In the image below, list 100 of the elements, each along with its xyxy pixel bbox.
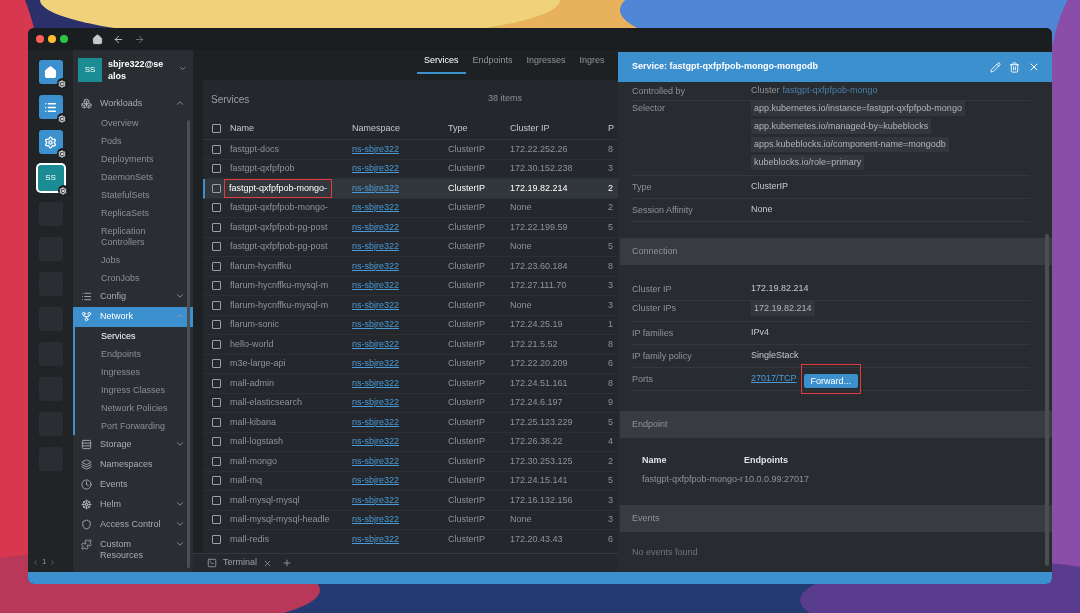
namespace-link[interactable]: ns-sbjre322 [352,201,400,215]
namespace-link[interactable]: ns-sbjre322 [352,298,400,312]
table-cell: 172.25.123.229 [510,415,573,429]
namespace-link[interactable]: ns-sbjre322 [352,376,400,390]
drawer-title: Service: fastgpt-qxfpfpob-mongo-mongodb [632,60,818,74]
nav-item[interactable]: Config [73,287,193,307]
terminal-tab[interactable]: Terminal [223,556,257,570]
tab[interactable]: Services [417,50,466,74]
selector-chip: kubeblocks.io/role=primary [751,155,865,170]
table-cell: 3 [608,298,613,312]
namespace-link[interactable]: ns-sbjre322 [352,220,400,234]
section-header: Connection [620,238,1052,265]
port-link[interactable]: 27017/TCP [751,372,797,386]
nav-subitem[interactable]: Network Policies [75,399,193,417]
namespace-link[interactable]: ns-sbjre322 [352,142,400,156]
table-cell-text: ClusterIP [448,201,485,214]
nav-item[interactable]: Workloads [73,94,193,114]
nav-subitem[interactable]: DaemonSets [75,168,193,186]
table-cell-text: ClusterIP [448,162,485,175]
namespace-link[interactable]: ns-sbjre322 [352,533,400,547]
table-cell-text: ClusterIP [448,533,485,546]
nav-subitem[interactable]: ReplicaSets [75,204,193,222]
nav-item[interactable]: Helm [73,495,193,515]
table-cell-text: 172.24.15.141 [510,474,568,487]
table-cell: fastgpt-qxfpfpob-mongo- [224,178,333,198]
namespace-link[interactable]: ns-sbjre322 [352,259,400,273]
table-cell: 172.30.253.125 [510,454,573,468]
table-cell: mall-admin [230,376,274,390]
table-cell: ClusterIP [448,415,485,429]
namespace-link[interactable]: ns-sbjre322 [352,435,400,449]
nav-item[interactable]: Storage [73,435,193,455]
table-cell-text: ClusterIP [448,279,485,292]
namespace-link[interactable]: ns-sbjre322 [352,279,400,293]
nav-subitem[interactable]: Services [75,327,193,345]
column-header[interactable]: P [608,121,614,136]
column-header: Endpoints [744,454,788,468]
table-cell-text: 172.20.43.43 [510,533,563,546]
column-header[interactable]: Cluster IP [510,121,550,136]
nav-subitem[interactable]: Ingresses [75,363,193,381]
table-cell: 8 [608,337,613,351]
property-label: Selector [632,102,667,115]
namespace-link[interactable]: ns-sbjre322 [352,513,400,527]
namespace-link[interactable]: ns-sbjre322 [352,415,400,429]
nav-label: Events [100,479,128,490]
tab[interactable]: Ingres [572,50,612,74]
nav-subitem[interactable]: Overview [75,114,193,132]
forward-button[interactable]: Forward... [803,374,859,388]
nav-item[interactable]: Custom Resources [73,535,193,565]
nav-subitem[interactable]: Ingress Classes [75,381,193,399]
property-value: 172.19.82.214 [751,282,809,296]
namespace-link[interactable]: ns-sbjre322 [352,357,400,371]
section-header: Events [620,505,1052,532]
tab[interactable]: Endpoints [465,50,520,74]
table-cell: 172.21.5.52 [510,337,558,351]
nav-subitem[interactable]: Port Forwarding [75,417,193,435]
table-cell: ClusterIP [448,259,485,273]
cluster-name[interactable]: sbjre322@sealos [108,58,168,82]
table-cell: 10.0.0.99:27017 [744,473,810,487]
nav-item[interactable]: Events [73,475,193,495]
nav-item[interactable]: Network [73,307,193,327]
table-cell: 3 [608,493,613,507]
nav-label: Access Control [100,519,161,530]
table-cell-text: ClusterIP [448,435,485,448]
nav-item[interactable]: Access Control [73,515,193,535]
property-label: Controlled by [632,85,687,97]
namespace-link[interactable]: ns-sbjre322 [352,454,400,468]
table-cell: mall-kibana [230,415,277,429]
nav-subitem[interactable]: StatefulSets [75,186,193,204]
namespace-link[interactable]: ns-sbjre322 [352,337,400,351]
table-cell-text: mall-mysql-mysql-headle [230,513,330,526]
column-header[interactable]: Namespace [352,121,401,136]
nav-subitem[interactable]: Jobs [75,251,193,269]
cluster-avatar[interactable]: SS [37,165,64,191]
nav-subitem[interactable]: Pods [75,132,193,150]
table-cell-text: 3 [608,513,613,526]
table-cell: mall-mysql-mysql [230,493,300,507]
namespace-link[interactable]: ns-sbjre322 [352,474,400,488]
namespace-link[interactable]: ns-sbjre322 [352,396,400,410]
nav-label: Helm [100,499,121,510]
namespace-link[interactable]: ns-sbjre322 [352,240,400,254]
table-cell-text: 4 [608,435,613,448]
nav-item[interactable]: Namespaces [73,455,193,475]
namespace-link[interactable]: ns-sbjre322 [352,181,400,195]
nav-subitem[interactable]: Endpoints [75,345,193,363]
table-cell-text: mall-logstash [230,435,284,448]
nav-subitem[interactable]: Deployments [75,150,193,168]
table-cell-text: flarum-hycnffku-mysql-m [230,279,329,292]
owner-link[interactable]: fastgpt-qxfpfpob-mongo [782,84,878,98]
table-cell-text: fastgpt-qxfpfpob-pg-post [230,240,328,253]
tab[interactable]: Ingresses [519,50,573,74]
namespace-link[interactable]: ns-sbjre322 [352,493,400,507]
property-label: Ports [632,373,654,385]
table-cell-text: 1 [608,318,613,331]
column-header[interactable]: Type [448,121,468,136]
column-header[interactable]: Name [230,121,254,136]
nav-label: Config [100,291,126,302]
namespace-link[interactable]: ns-sbjre322 [352,318,400,332]
nav-subitem[interactable]: Replication Controllers [75,222,193,251]
namespace-link[interactable]: ns-sbjre322 [352,162,400,176]
nav-subitem[interactable]: CronJobs [75,269,193,287]
